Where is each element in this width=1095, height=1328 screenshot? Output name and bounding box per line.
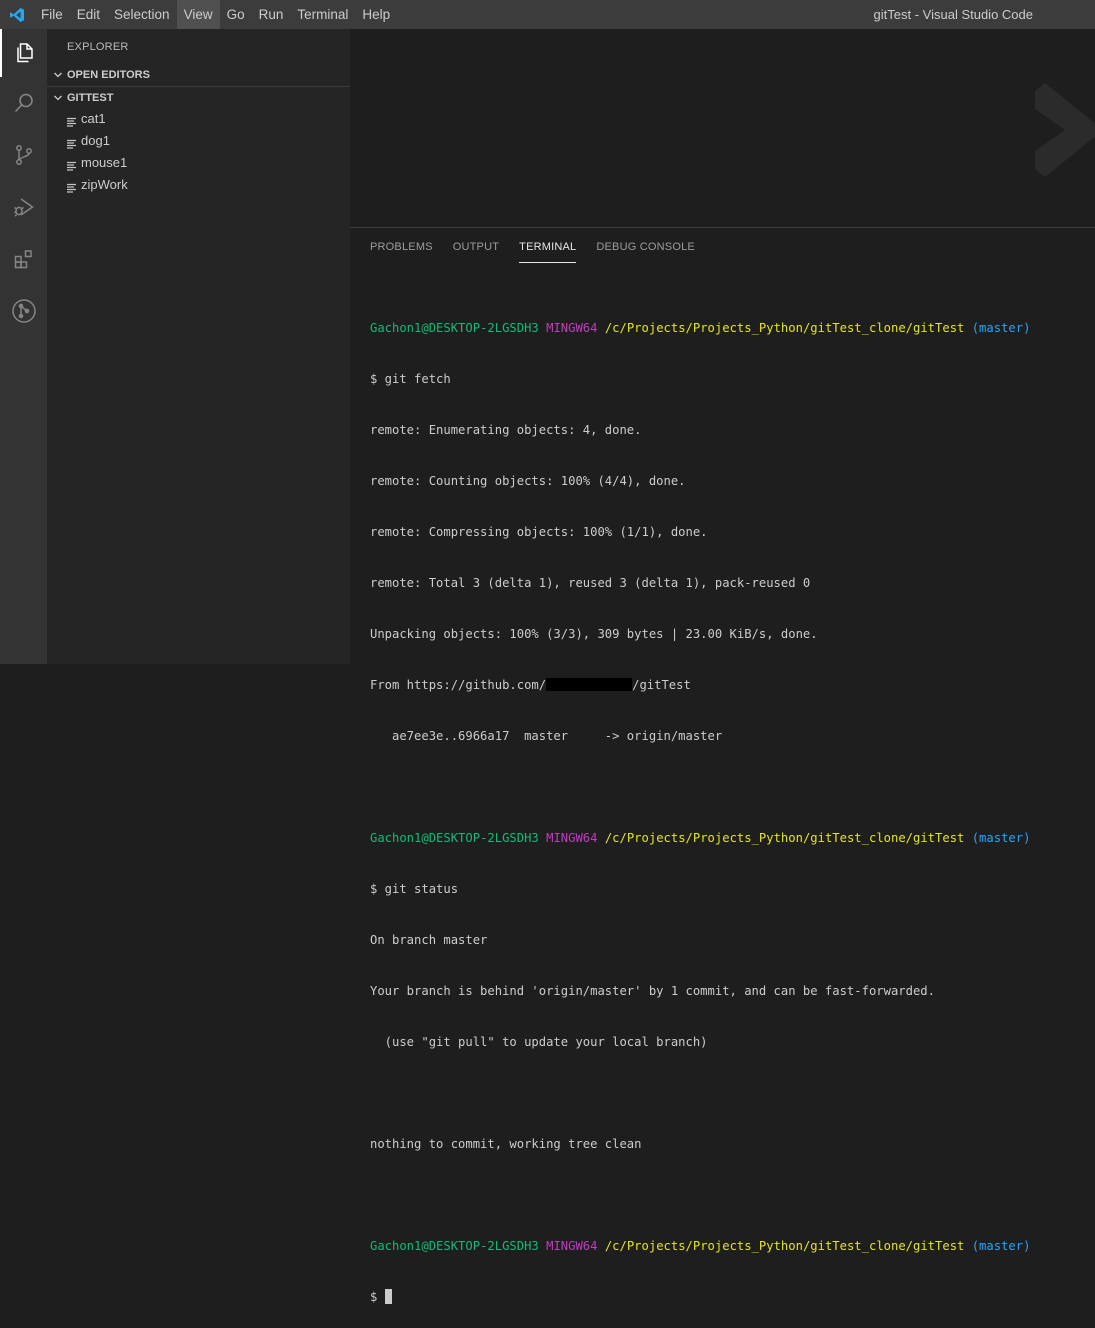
file-name: mouse1: [81, 155, 128, 170]
menu-selection[interactable]: Selection: [107, 0, 177, 29]
file-name: cat1: [81, 111, 106, 126]
file-item[interactable]: dog1: [47, 130, 350, 152]
file-item[interactable]: zipWork: [47, 174, 350, 196]
tab-terminal[interactable]: TERMINAL: [519, 240, 577, 263]
command-line: $ git status: [370, 882, 459, 896]
prompt-user: Gachon1@DESKTOP-2LGSDH3: [370, 321, 539, 335]
prompt-user: Gachon1@DESKTOP-2LGSDH3: [370, 831, 539, 845]
menu-bar: File Edit Selection View Go Run Terminal…: [34, 0, 397, 29]
redacted-username: [546, 678, 633, 691]
search-icon[interactable]: [0, 79, 47, 127]
editor-area[interactable]: [350, 29, 1095, 227]
output-line: remote: Counting objects: 100% (4/4), do…: [370, 474, 686, 488]
activity-bar: [0, 29, 47, 664]
prompt-line: Gachon1@DESKTOP-2LGSDH3 MINGW64 /c/Proje…: [370, 830, 1090, 847]
menu-file[interactable]: File: [34, 0, 70, 29]
tab-problems[interactable]: PROBLEMS: [370, 240, 433, 262]
prompt-env: MINGW64: [546, 321, 598, 335]
file-item[interactable]: cat1: [47, 108, 350, 130]
bottom-panel: PROBLEMS OUTPUT TERMINAL DEBUG CONSOLE G…: [350, 227, 1095, 1304]
from-prefix: From https://github.com/: [370, 678, 547, 692]
output-line: On branch master: [370, 933, 488, 947]
output-line: remote: Enumerating objects: 4, done.: [370, 423, 642, 437]
text-file-icon: [66, 179, 77, 201]
file-name: dog1: [81, 133, 110, 148]
menu-help[interactable]: Help: [355, 0, 397, 29]
menu-run[interactable]: Run: [252, 0, 291, 29]
output-line: remote: Compressing objects: 100% (1/1),…: [370, 525, 708, 539]
open-editors-label: OPEN EDITORS: [67, 69, 150, 81]
prompt-user: Gachon1@DESKTOP-2LGSDH3: [370, 1239, 539, 1253]
prompt-env: MINGW64: [546, 1239, 598, 1253]
prompt-path: /c/Projects/Projects_Python/gitTest_clon…: [604, 831, 965, 845]
menu-terminal[interactable]: Terminal: [290, 0, 355, 29]
terminal-cursor: [384, 1289, 392, 1304]
folder-label: GITTEST: [67, 92, 114, 104]
prompt-branch: (master): [971, 1239, 1031, 1253]
folder-section-gittest[interactable]: GITTEST: [47, 87, 350, 109]
open-editors-section[interactable]: OPEN EDITORS: [47, 64, 350, 86]
output-line: ae7ee3e..6966a17 master -> origin/master: [370, 729, 723, 743]
explorer-icon[interactable]: [0, 29, 47, 77]
prompt-path: /c/Projects/Projects_Python/gitTest_clon…: [604, 321, 965, 335]
sidebar-title: EXPLORER: [67, 41, 129, 53]
prompt-branch: (master): [971, 831, 1031, 845]
title-bar: File Edit Selection View Go Run Terminal…: [0, 0, 1095, 29]
output-line: remote: Total 3 (delta 1), reused 3 (del…: [370, 576, 811, 590]
terminal-output[interactable]: Gachon1@DESKTOP-2LGSDH3 MINGW64 /c/Proje…: [370, 286, 1090, 1328]
menu-edit[interactable]: Edit: [70, 0, 107, 29]
extensions-icon[interactable]: [0, 235, 47, 283]
prompt-line: Gachon1@DESKTOP-2LGSDH3 MINGW64 /c/Proje…: [370, 320, 1090, 337]
explorer-sidebar: EXPLORER OPEN EDITORS GITTEST cat1 dog1 …: [47, 29, 350, 664]
menu-go[interactable]: Go: [220, 0, 252, 29]
panel-tabs: PROBLEMS OUTPUT TERMINAL DEBUG CONSOLE: [370, 240, 715, 263]
input-line[interactable]: $: [370, 1289, 1090, 1306]
output-line: nothing to commit, working tree clean: [370, 1137, 642, 1151]
prompt-line: Gachon1@DESKTOP-2LGSDH3 MINGW64 /c/Proje…: [370, 1238, 1090, 1255]
tab-output[interactable]: OUTPUT: [453, 240, 499, 262]
output-line: From https://github.com/ /gitTest: [370, 677, 1090, 694]
file-name: zipWork: [81, 177, 128, 192]
prompt-path: /c/Projects/Projects_Python/gitTest_clon…: [604, 1239, 965, 1253]
prompt-env: MINGW64: [546, 831, 598, 845]
output-line: (use "git pull" to update your local bra…: [370, 1035, 708, 1049]
tab-debug-console[interactable]: DEBUG CONSOLE: [596, 240, 695, 262]
from-suffix: /gitTest: [632, 678, 691, 692]
input-prompt: $: [370, 1290, 385, 1304]
vscode-watermark-icon: [1035, 73, 1095, 193]
run-debug-icon[interactable]: [0, 183, 47, 231]
output-line: Unpacking objects: 100% (3/3), 309 bytes…: [370, 627, 818, 641]
command-line: $ git fetch: [370, 372, 451, 386]
file-item[interactable]: mouse1: [47, 152, 350, 174]
vscode-logo-icon: [0, 0, 34, 29]
source-control-icon[interactable]: [0, 131, 47, 179]
git-graph-icon[interactable]: [0, 287, 47, 335]
output-line: Your branch is behind 'origin/master' by…: [370, 984, 935, 998]
prompt-branch: (master): [971, 321, 1031, 335]
menu-view[interactable]: View: [176, 0, 220, 29]
